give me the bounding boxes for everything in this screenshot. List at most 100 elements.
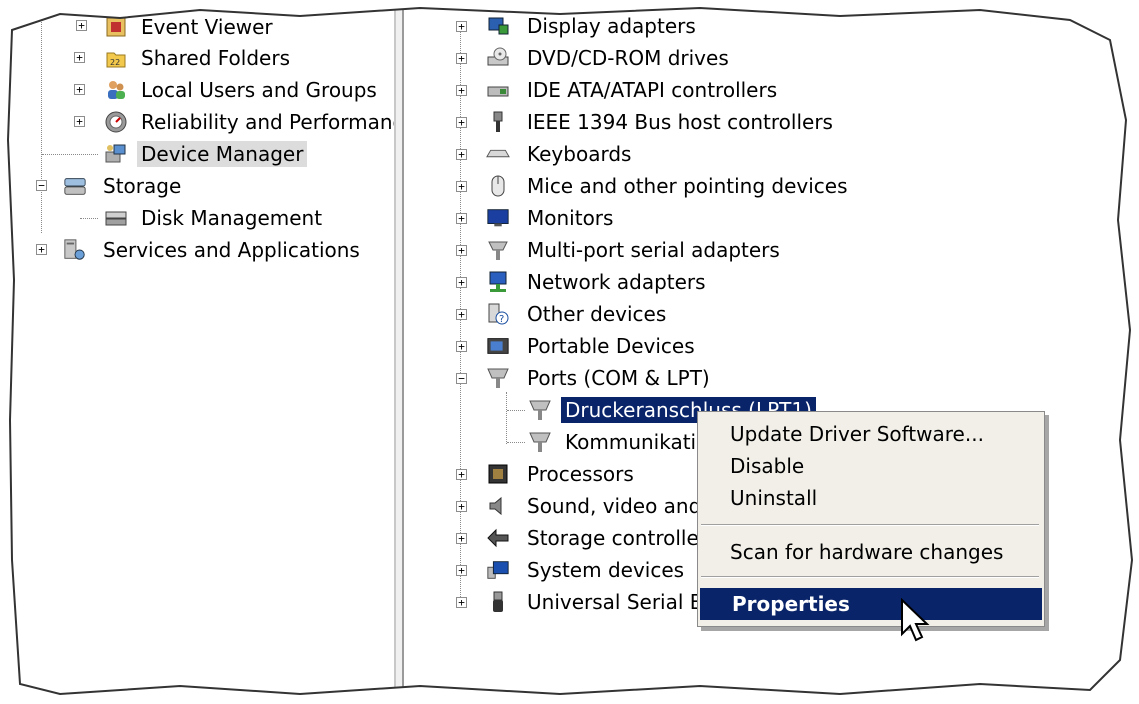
- tree-item-device-manager[interactable]: Device Manager: [0, 139, 394, 169]
- device-category-label: Keyboards: [527, 142, 632, 166]
- menu-item-properties[interactable]: Properties: [700, 588, 1042, 620]
- tree-item-label: Event Viewer: [141, 15, 273, 39]
- device-category-keyboards[interactable]: + Keyboards: [404, 139, 1139, 169]
- tree-item-label: Local Users and Groups: [141, 78, 377, 102]
- expand-icon[interactable]: +: [456, 181, 467, 192]
- expand-icon[interactable]: +: [456, 21, 467, 32]
- expand-icon[interactable]: +: [456, 501, 467, 512]
- device-category-display-adapters[interactable]: + Display adapters: [404, 11, 1139, 41]
- device-category-label: IDE ATA/ATAPI controllers: [527, 78, 778, 102]
- tree-item-reliability-performance[interactable]: + Reliability and Performanc: [0, 107, 394, 137]
- expand-icon[interactable]: +: [456, 117, 467, 128]
- device-category-ide-controllers[interactable]: + IDE ATA/ATAPI controllers: [404, 75, 1139, 105]
- tree-connector: [507, 442, 525, 443]
- mouse-cursor-icon: [901, 598, 930, 642]
- shared-folders-icon: 22: [104, 46, 128, 70]
- expand-icon[interactable]: +: [456, 533, 467, 544]
- device-category-dvd-drives[interactable]: + DVD/CD-ROM drives: [404, 43, 1139, 73]
- device-category-monitors[interactable]: + Monitors: [404, 203, 1139, 233]
- expand-icon[interactable]: +: [456, 309, 467, 320]
- pane-splitter[interactable]: [394, 10, 404, 700]
- expand-icon[interactable]: +: [74, 116, 85, 127]
- svg-text:?: ?: [499, 314, 504, 325]
- device-category-label: Multi-port serial adapters: [527, 238, 780, 262]
- expand-icon[interactable]: +: [456, 53, 467, 64]
- context-menu: Update Driver Software... Disable Uninst…: [697, 411, 1045, 627]
- mouse-icon: [486, 174, 510, 198]
- expand-icon[interactable]: +: [36, 244, 47, 255]
- tree-item-shared-folders[interactable]: + 22 Shared Folders: [0, 43, 394, 73]
- display-adapter-icon: [486, 14, 510, 38]
- tree-connector: [507, 410, 525, 411]
- svg-text:22: 22: [110, 58, 120, 67]
- serial-port-icon: [486, 238, 510, 262]
- users-icon: [104, 78, 128, 102]
- performance-gauge-icon: [104, 110, 128, 134]
- device-category-multiport-serial[interactable]: + Multi-port serial adapters: [404, 235, 1139, 265]
- device-category-label: Ports (COM & LPT): [527, 366, 710, 390]
- monitor-icon: [486, 206, 510, 230]
- expand-icon[interactable]: +: [456, 469, 467, 480]
- device-category-label: IEEE 1394 Bus host controllers: [527, 110, 833, 134]
- usb-plug-icon: [486, 590, 510, 614]
- tree-item-label: Disk Management: [141, 206, 323, 230]
- menu-item-disable[interactable]: Disable: [698, 450, 1044, 482]
- tree-item-storage[interactable]: − Storage: [0, 171, 394, 201]
- expand-icon[interactable]: +: [456, 85, 467, 96]
- menu-item-scan-hardware[interactable]: Scan for hardware changes: [698, 536, 1044, 568]
- tree-item-label: Reliability and Performanc: [141, 110, 394, 134]
- expand-icon[interactable]: +: [456, 565, 467, 576]
- port-connector-icon: [528, 398, 552, 422]
- services-icon: [63, 238, 87, 262]
- device-category-label: Network adapters: [527, 270, 706, 294]
- tree-connector: [42, 154, 98, 155]
- console-tree-pane: + Event Viewer + 22 Shared Folders + Loc…: [0, 0, 394, 704]
- tree-connector: [80, 218, 98, 219]
- tree-item-event-viewer[interactable]: + Event Viewer: [0, 12, 394, 42]
- device-category-ports[interactable]: − Ports (COM & LPT): [404, 363, 1139, 393]
- device-category-mice[interactable]: + Mice and other pointing devices: [404, 171, 1139, 201]
- device-category-other-devices[interactable]: + ? Other devices: [404, 299, 1139, 329]
- tree-item-services-applications[interactable]: + Services and Applications: [0, 235, 394, 265]
- dvd-drive-icon: [486, 46, 510, 70]
- device-category-label: Monitors: [527, 206, 614, 230]
- device-manager-window: + Event Viewer + 22 Shared Folders + Loc…: [0, 0, 1139, 704]
- processor-chip-icon: [486, 462, 510, 486]
- device-category-ieee1394[interactable]: + IEEE 1394 Bus host controllers: [404, 107, 1139, 137]
- port-connector-icon: [486, 366, 510, 390]
- collapse-icon[interactable]: −: [456, 373, 467, 384]
- tree-item-local-users-groups[interactable]: + Local Users and Groups: [0, 75, 394, 105]
- tree-item-label: Shared Folders: [141, 46, 290, 70]
- device-manager-icon: [104, 142, 128, 166]
- port-connector-icon: [528, 430, 552, 454]
- menu-item-uninstall[interactable]: Uninstall: [698, 482, 1044, 514]
- collapse-icon[interactable]: −: [36, 180, 47, 191]
- device-category-label: Other devices: [527, 302, 667, 326]
- device-category-network-adapters[interactable]: + Network adapters: [404, 267, 1139, 297]
- expand-icon[interactable]: +: [76, 20, 87, 31]
- expand-icon[interactable]: +: [456, 277, 467, 288]
- device-category-label: System devices: [527, 558, 685, 582]
- device-category-label: Display adapters: [527, 14, 696, 38]
- menu-separator: [701, 576, 1039, 578]
- expand-icon[interactable]: +: [456, 341, 467, 352]
- system-device-icon: [486, 558, 510, 582]
- storage-controller-icon: [486, 526, 510, 550]
- speaker-icon: [486, 494, 510, 518]
- unknown-device-icon: ?: [486, 302, 510, 326]
- tree-item-disk-management[interactable]: Disk Management: [0, 203, 394, 233]
- expand-icon[interactable]: +: [456, 149, 467, 160]
- ieee1394-plug-icon: [486, 110, 510, 134]
- keyboard-icon: [486, 142, 510, 166]
- device-category-portable-devices[interactable]: + Portable Devices: [404, 331, 1139, 361]
- expand-icon[interactable]: +: [456, 213, 467, 224]
- expand-icon[interactable]: +: [456, 245, 467, 256]
- menu-item-update-driver[interactable]: Update Driver Software...: [698, 418, 1044, 450]
- expand-icon[interactable]: +: [456, 597, 467, 608]
- expand-icon[interactable]: +: [74, 84, 85, 95]
- tree-item-label: Services and Applications: [103, 238, 360, 262]
- disk-management-icon: [104, 206, 128, 230]
- expand-icon[interactable]: +: [74, 52, 85, 63]
- storage-icon: [63, 174, 87, 198]
- tree-item-label: Device Manager: [137, 141, 308, 167]
